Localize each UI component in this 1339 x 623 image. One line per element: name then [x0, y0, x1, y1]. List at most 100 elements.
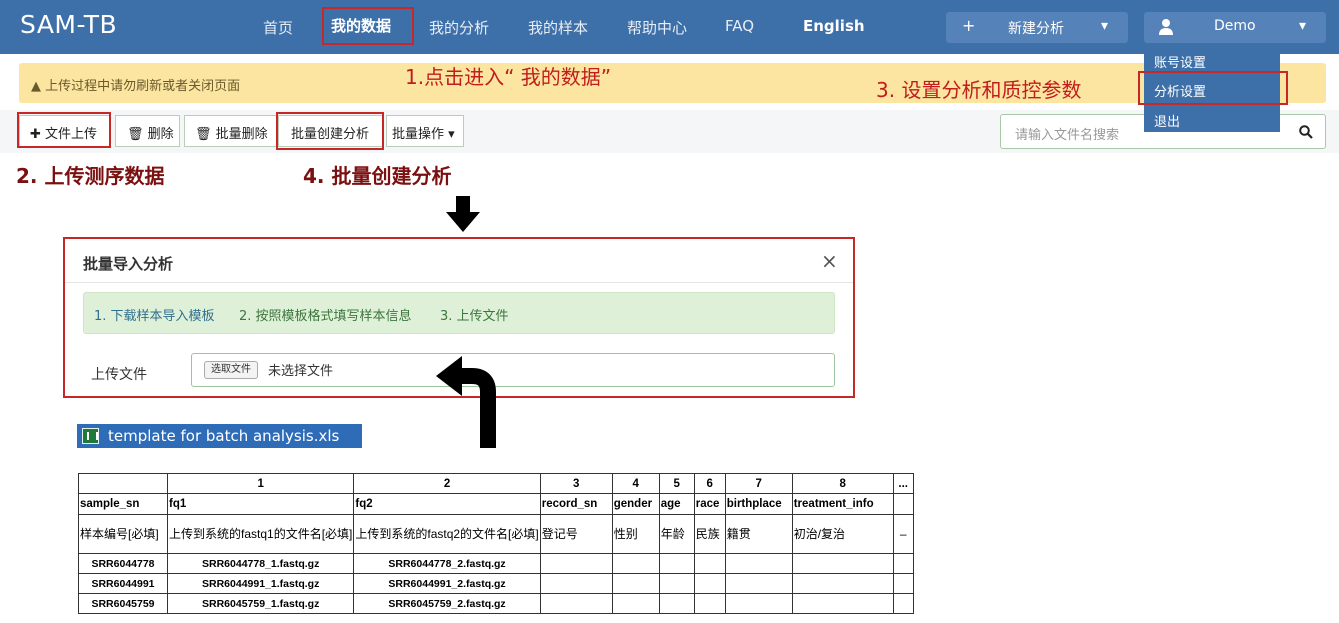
sheet-cell: SRR6044778_1.fastq.gz [166, 553, 355, 574]
sheet-cell: SRR6045759 [78, 593, 168, 614]
delete-label: 🗑 删除 [127, 127, 174, 142]
sheet-cell: 5 [658, 473, 695, 494]
sheet-cell [791, 593, 894, 614]
sheet-cell [892, 493, 914, 515]
sheet-cell: SRR6044991 [78, 573, 168, 594]
template-file-link[interactable]: template for batch analysis.xls [77, 424, 362, 448]
chevron-down-icon: ▾ [1299, 18, 1307, 34]
annotation-step-3: 3. 设置分析和质控参数 [876, 78, 1082, 102]
page: SAM-TB 首页 我的数据 我的分析 我的样本 帮助中心 FAQ Englis… [0, 0, 1339, 623]
sheet-cell: age [658, 493, 695, 515]
sheet-cell [539, 573, 613, 594]
sheet-cell: 籍贯 [724, 514, 793, 554]
sheet-cell [791, 573, 894, 594]
sheet-cell: 2 [353, 473, 541, 494]
sheet-data-row: SRR6045759 SRR6045759_1.fastq.gz SRR604575… [78, 593, 914, 614]
sheet-cell: 初治/复治 [791, 514, 894, 554]
excel-icon [82, 428, 99, 444]
search-icon[interactable] [1299, 125, 1313, 139]
search-input[interactable]: 请输入文件名搜索 [1015, 124, 1119, 143]
sheet-cell: SRR6045759_1.fastq.gz [166, 593, 355, 614]
sheet-cell [724, 573, 793, 594]
menu-item-account-settings[interactable]: 账号设置 [1154, 52, 1206, 71]
step-upload-file: 3. 上传文件 [440, 309, 509, 324]
user-menu-button[interactable]: Demo ▾ [1144, 12, 1326, 43]
menu-item-logout[interactable]: 退出 [1154, 111, 1180, 130]
sheet-cell: SRR6044991_2.fastq.gz [353, 573, 541, 594]
choose-file-button[interactable]: 选取文件 [204, 361, 258, 379]
nav-my-analysis[interactable]: 我的分析 [429, 17, 489, 38]
sheet-cell [658, 573, 695, 594]
step-download-template-link[interactable]: 1. 下载样本导入模板 [94, 305, 215, 324]
sheet-cell: 年龄 [658, 514, 695, 554]
sheet-cell: 4 [611, 473, 660, 494]
sheet-cell: birthplace [724, 493, 793, 515]
warning-icon: ▲ [31, 79, 41, 94]
template-spreadsheet: 1 2 3 4 5 6 7 8... sample_sn fq1 fq2 record_sn gende… [78, 473, 914, 614]
batch-delete-button[interactable]: 🗑 批量删除 [184, 115, 277, 147]
nav-faq[interactable]: FAQ [725, 17, 754, 35]
highlight-my-data [322, 7, 414, 45]
sheet-cell: 8 [791, 473, 894, 494]
sheet-cell [611, 553, 660, 574]
sheet-cell: gender [611, 493, 660, 515]
sheet-cell [693, 553, 726, 574]
new-analysis-button[interactable]: + 新建分析 ▾ [946, 12, 1128, 43]
user-icon [1159, 19, 1173, 35]
sheet-cell: 民族 [693, 514, 726, 554]
sheet-cell: 6 [693, 473, 726, 494]
chevron-down-icon: ▾ [1101, 18, 1109, 34]
sheet-cell: 上传到系统的fastq1的文件名[必填] [166, 514, 355, 554]
sheet-data-row: SRR6044991 SRR6044991_1.fastq.gz SRR604499… [78, 573, 914, 594]
user-name: Demo [1214, 18, 1256, 34]
sheet-cell [658, 553, 695, 574]
annotation-step-1: 1.点击进入“ 我的数据” [405, 65, 612, 89]
sheet-cell: 性别 [611, 514, 660, 554]
sheet-cell: SRR6044991_1.fastq.gz [166, 573, 355, 594]
brand-logo[interactable]: SAM-TB [20, 10, 117, 39]
sheet-cell: SRR6044778 [78, 553, 168, 574]
modal-title: 批量导入分析 [83, 255, 174, 273]
top-navbar: SAM-TB 首页 我的数据 我的分析 我的样本 帮助中心 FAQ Englis… [0, 0, 1339, 54]
curved-arrow-icon [436, 356, 496, 448]
upload-warning-alert: ▲ 上传过程中请勿刷新或者关闭页面 [19, 63, 1326, 103]
sheet-cell: fq2 [353, 493, 541, 515]
sheet-column-number-row: 1 2 3 4 5 6 7 8... [78, 473, 914, 494]
annotation-step-4: 4. 批量创建分析 [303, 164, 452, 188]
batch-ops-label: 批量操作 ▾ [392, 127, 455, 142]
sheet-cell: SRR6044778_2.fastq.gz [353, 553, 541, 574]
sheet-cell: treatment_info [791, 493, 894, 515]
close-icon[interactable]: × [821, 249, 838, 273]
upload-file-label: 上传文件 [91, 367, 147, 383]
sheet-data-row: SRR6044778 SRR6044778_1.fastq.gz SRR604477… [78, 553, 914, 574]
sheet-cell: sample_sn [78, 493, 168, 515]
nav-english[interactable]: English [803, 17, 865, 35]
batch-operations-dropdown[interactable]: 批量操作 ▾ [386, 115, 464, 147]
sheet-cell [611, 573, 660, 594]
highlight-file-upload [17, 112, 111, 148]
warning-text: 上传过程中请勿刷新或者关闭页面 [45, 79, 241, 94]
sheet-cell [78, 473, 168, 494]
highlight-batch-create [276, 112, 384, 150]
annotation-step-2: 2. 上传测序数据 [16, 164, 165, 188]
sheet-cell: ... [892, 473, 914, 494]
batch-delete-label: 🗑 批量删除 [195, 127, 268, 142]
sheet-cell: 1 [166, 473, 355, 494]
sheet-cell [892, 553, 914, 574]
sheet-cell: SRR6045759_2.fastq.gz [353, 593, 541, 614]
sheet-cell [892, 573, 914, 594]
sheet-cell [892, 593, 914, 614]
nav-home[interactable]: 首页 [263, 17, 293, 38]
nav-my-samples[interactable]: 我的样本 [528, 17, 588, 38]
sheet-cell: record_sn [539, 493, 613, 515]
sheet-cell [724, 593, 793, 614]
sheet-field-name-row: sample_sn fq1 fq2 record_sn gender age race bir… [78, 493, 914, 515]
sheet-cell: 3 [539, 473, 613, 494]
sheet-cell: 7 [724, 473, 793, 494]
delete-button[interactable]: 🗑 删除 [115, 115, 180, 147]
nav-help-center[interactable]: 帮助中心 [627, 17, 687, 38]
sheet-cell [658, 593, 695, 614]
new-analysis-label: 新建分析 [1008, 21, 1064, 37]
sheet-cell [693, 573, 726, 594]
file-input-field: 选取文件 未选择文件 [191, 353, 835, 387]
